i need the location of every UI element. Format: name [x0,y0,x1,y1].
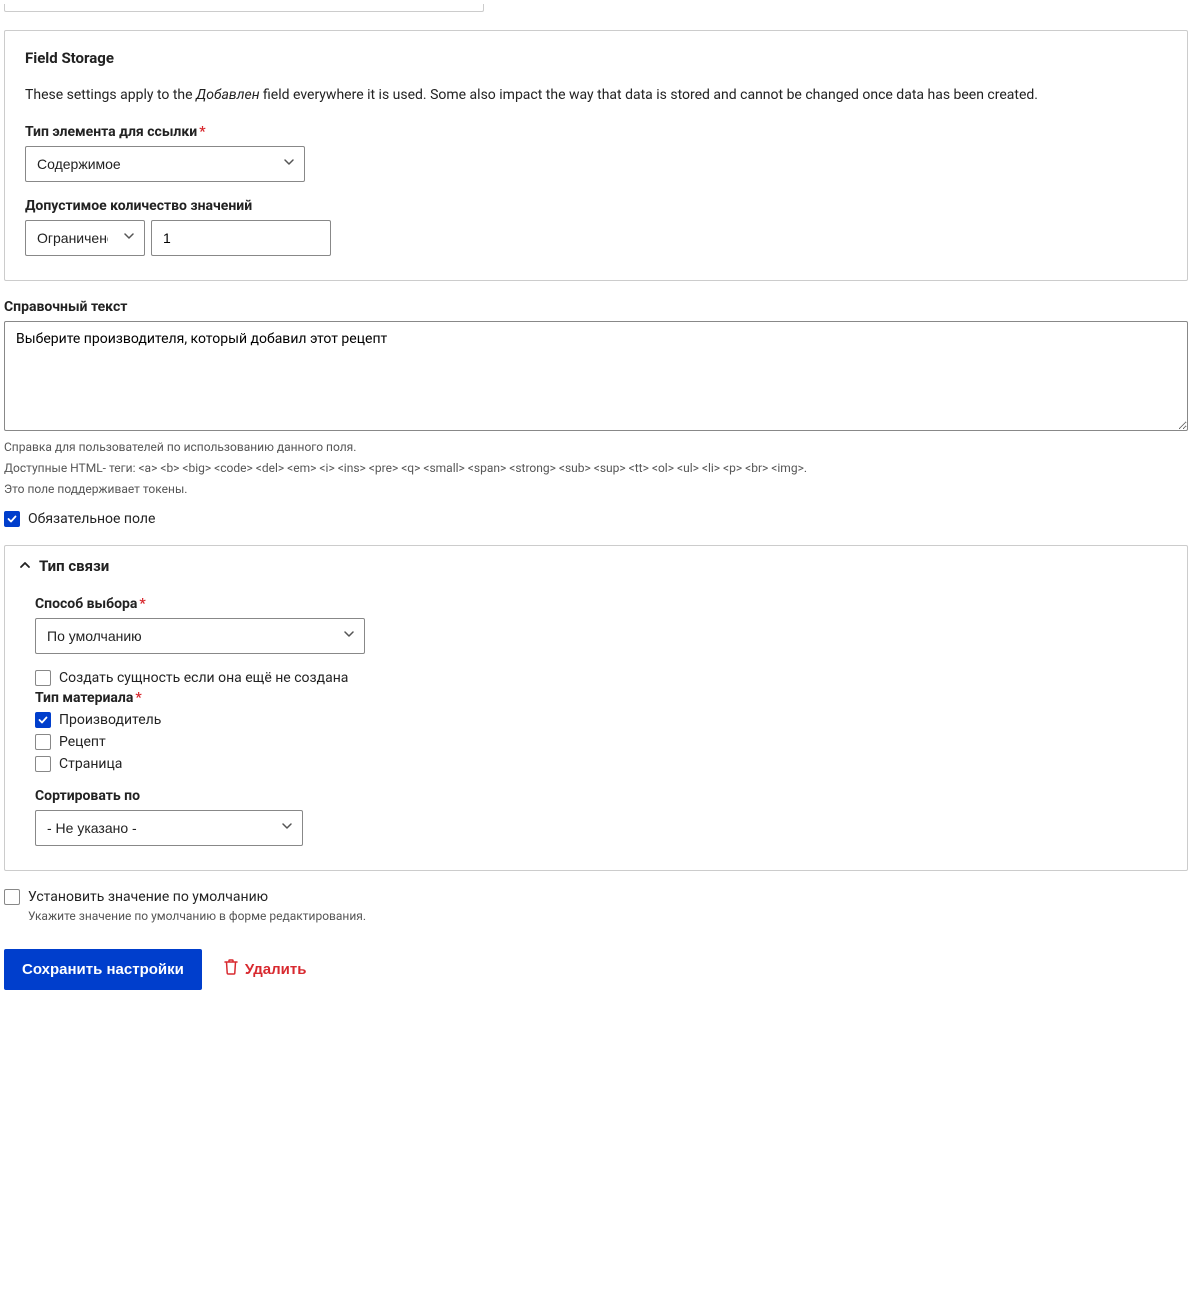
default-value-checkbox[interactable] [4,889,20,905]
bundles-item: Тип материала* Производитель Рецепт [35,690,1157,772]
bundle-label-1[interactable]: Рецепт [59,734,106,750]
default-value-row: Установить значение по умолчанию [4,889,1188,905]
trash-icon [224,959,238,979]
selection-method-item: Способ выбора* По умолчанию [35,596,1157,654]
field-storage-panel: Field Storage These settings apply to th… [4,30,1188,281]
field-name-emphasis: Добавлен [196,87,260,103]
truncated-field-above [4,4,484,12]
reference-type-summary[interactable]: Тип связи [5,546,1187,586]
sort-select[interactable]: - Не указано - [35,810,303,846]
help-text-label: Справочный текст [4,299,1188,315]
selection-method-select[interactable]: По умолчанию [35,618,365,654]
target-type-label: Тип элемента для ссылки* [25,124,1167,140]
auto-create-label[interactable]: Создать сущность если она ещё не создана [59,670,348,686]
text: These settings apply to the [25,87,196,103]
required-marker: * [135,690,141,706]
bundles-group: Производитель Рецепт Страница [35,712,1157,772]
help-text-desc-3: Это поле поддерживает токены. [4,481,1188,498]
bundle-label-2[interactable]: Страница [59,756,122,772]
text: field everywhere it is used. Some also i… [260,87,1038,103]
required-checkbox-label[interactable]: Обязательное поле [28,511,155,527]
required-checkbox[interactable] [4,511,20,527]
target-type-select[interactable]: Содержимое [25,146,305,182]
selection-method-label: Способ выбора* [35,596,1157,612]
auto-create-checkbox[interactable] [35,670,51,686]
field-storage-title: Field Storage [25,49,1167,67]
cardinality-label: Допустимое количество значений [25,198,1167,214]
bundle-label-0[interactable]: Производитель [59,712,161,728]
bundle-row-2: Страница [35,756,1157,772]
delete-button[interactable]: Удалить [220,947,311,991]
bundles-label: Тип материала* [35,690,1157,706]
bundle-row-1: Рецепт [35,734,1157,750]
help-text-section: Справочный текст Выберите производителя,… [4,299,1188,497]
default-value-label[interactable]: Установить значение по умолчанию [28,889,268,905]
sort-item: Сортировать по - Не указано - [35,788,1157,846]
default-value-section: Установить значение по умолчанию Укажите… [4,889,1188,923]
bundle-checkbox-1[interactable] [35,734,51,750]
required-marker: * [199,124,205,140]
target-type-select-wrap: Содержимое [25,146,305,182]
help-text-textarea[interactable]: Выберите производителя, который добавил … [4,321,1188,431]
label-text: Тип элемента для ссылки [25,124,197,140]
form-actions: Сохранить настройки Удалить [4,947,1188,991]
target-type-item: Тип элемента для ссылки* Содержимое [25,124,1167,182]
required-field-row: Обязательное поле [4,511,1188,527]
reference-type-details: Тип связи Способ выбора* По умолчанию Со… [4,545,1188,871]
chevron-up-icon [19,557,31,575]
save-button[interactable]: Сохранить настройки [4,949,202,990]
bundle-checkbox-0[interactable] [35,712,51,728]
delete-button-label: Удалить [245,961,307,978]
reference-type-summary-text: Тип связи [39,557,109,575]
cardinality-item: Допустимое количество значений Ограничен… [25,198,1167,256]
reference-type-body: Способ выбора* По умолчанию Создать сущн… [5,586,1187,870]
label-text: Тип материала [35,690,133,706]
default-value-description: Укажите значение по умолчанию в форме ре… [28,909,1188,923]
sort-label: Сортировать по [35,788,1157,804]
cardinality-select[interactable]: Ограничено [25,220,145,256]
bundle-row-0: Производитель [35,712,1157,728]
required-marker: * [139,596,145,612]
auto-create-row: Создать сущность если она ещё не создана [35,670,1157,686]
cardinality-select-wrap: Ограничено [25,220,145,256]
field-storage-description: These settings apply to the Добавлен fie… [25,85,1167,106]
help-text-desc-2: Доступные HTML- теги: <a> <b> <big> <cod… [4,460,1188,477]
sort-select-wrap: - Не указано - [35,810,303,846]
selection-method-select-wrap: По умолчанию [35,618,365,654]
cardinality-number-input[interactable] [151,220,331,256]
bundle-checkbox-2[interactable] [35,756,51,772]
label-text: Способ выбора [35,596,137,612]
help-text-desc-1: Справка для пользователей по использован… [4,439,1188,456]
